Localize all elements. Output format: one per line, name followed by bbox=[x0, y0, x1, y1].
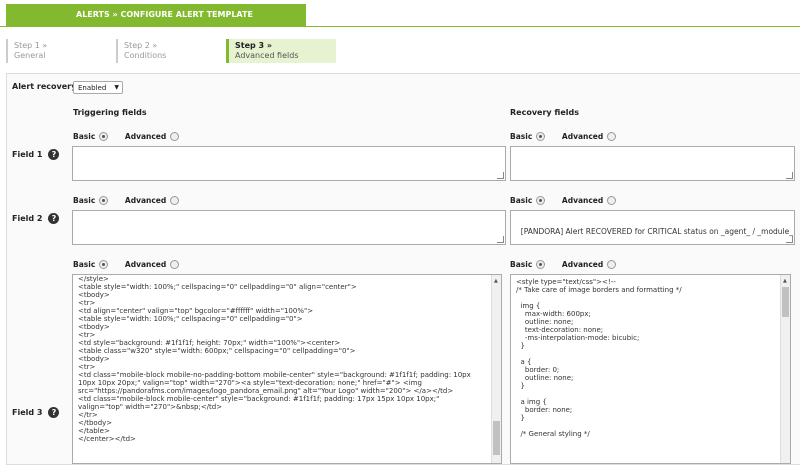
alert-recovery-label: Alert recovery bbox=[12, 82, 77, 91]
step-general[interactable]: Step 1 » General bbox=[6, 39, 116, 63]
tab-configure-alert-template[interactable]: ALERTS » CONFIGURE ALERT TEMPLATE bbox=[6, 4, 306, 26]
field3-recovery-mode: Basic Advanced bbox=[510, 259, 617, 271]
field1-triggering-mode: Basic Advanced bbox=[73, 131, 180, 143]
resize-handle-icon[interactable] bbox=[497, 236, 504, 243]
field2-label-text: Field 2 bbox=[12, 214, 43, 223]
field1-recovery-mode: Basic Advanced bbox=[510, 131, 617, 143]
basic-label: Basic bbox=[510, 196, 533, 205]
alert-recovery-value: Enabled bbox=[78, 84, 107, 92]
field2-label: Field 2? bbox=[12, 213, 60, 224]
advanced-label: Advanced bbox=[124, 260, 167, 269]
basic-radio[interactable] bbox=[536, 195, 546, 205]
resize-handle-icon[interactable] bbox=[786, 172, 793, 179]
advanced-radio[interactable] bbox=[170, 195, 180, 205]
field3-recovery-textarea[interactable]: <style type="text/css"><!-- /* Take care… bbox=[510, 274, 791, 464]
advanced-radio[interactable] bbox=[170, 131, 180, 141]
scroll-up-arrow-icon[interactable]: ▲ bbox=[494, 277, 498, 285]
advanced-radio[interactable] bbox=[170, 259, 180, 269]
field3-label-text: Field 3 bbox=[12, 408, 43, 417]
resize-handle-icon[interactable] bbox=[497, 172, 504, 179]
basic-label: Basic bbox=[73, 260, 96, 269]
field3-recovery-scrollbar[interactable]: ▲ bbox=[780, 275, 790, 463]
step-conditions[interactable]: Step 2 » Conditions bbox=[116, 39, 226, 63]
advanced-label: Advanced bbox=[124, 132, 167, 141]
field1-recovery-textarea[interactable] bbox=[510, 146, 795, 181]
scrollbar-thumb[interactable] bbox=[782, 287, 789, 317]
step-advanced-fields[interactable]: Step 3 » Advanced fields bbox=[226, 39, 336, 63]
advanced-label: Advanced bbox=[561, 260, 604, 269]
field2-triggering-mode: Basic Advanced bbox=[73, 195, 180, 207]
help-icon[interactable]: ? bbox=[48, 407, 60, 418]
recovery-fields-heading: Recovery fields bbox=[510, 108, 579, 117]
field2-triggering-textarea[interactable] bbox=[72, 210, 506, 245]
step-subtitle: Conditions bbox=[124, 51, 167, 60]
field3-triggering-textarea[interactable]: </style> <table style="width: 100%;" cel… bbox=[72, 274, 502, 464]
basic-label: Basic bbox=[510, 260, 533, 269]
step-title: Step 1 » bbox=[14, 41, 48, 50]
advanced-radio[interactable] bbox=[607, 131, 617, 141]
field2-recovery-mode: Basic Advanced bbox=[510, 195, 617, 207]
scroll-up-arrow-icon[interactable]: ▲ bbox=[783, 277, 787, 285]
advanced-radio[interactable] bbox=[607, 195, 617, 205]
step-subtitle: General bbox=[14, 51, 46, 60]
basic-radio[interactable] bbox=[99, 131, 109, 141]
field2-recovery-value: [PANDORA] Alert RECOVERED for CRITICAL s… bbox=[520, 227, 793, 236]
field3-triggering-value: </style> <table style="width: 100%;" cel… bbox=[78, 275, 471, 443]
field1-label-text: Field 1 bbox=[12, 150, 43, 159]
help-icon[interactable]: ? bbox=[48, 149, 60, 160]
triggering-fields-heading: Triggering fields bbox=[73, 108, 147, 117]
basic-radio[interactable] bbox=[99, 259, 109, 269]
field1-triggering-textarea[interactable] bbox=[72, 146, 506, 181]
chevron-down-icon: ▼ bbox=[114, 84, 119, 91]
resize-handle-icon[interactable] bbox=[786, 236, 793, 243]
alert-recovery-select[interactable]: Enabled ▼ bbox=[73, 81, 123, 94]
basic-label: Basic bbox=[510, 132, 533, 141]
field3-recovery-value: <style type="text/css"><!-- /* Take care… bbox=[516, 278, 682, 438]
field3-label: Field 3? bbox=[12, 407, 60, 418]
advanced-label: Advanced bbox=[124, 196, 167, 205]
basic-label: Basic bbox=[73, 196, 96, 205]
field3-triggering-mode: Basic Advanced bbox=[73, 259, 180, 271]
advanced-label: Advanced bbox=[561, 132, 604, 141]
basic-radio[interactable] bbox=[536, 131, 546, 141]
header-tab-bar: ALERTS » CONFIGURE ALERT TEMPLATE bbox=[0, 0, 800, 27]
field3-triggering-scrollbar[interactable]: ▲ bbox=[491, 275, 501, 463]
basic-radio[interactable] bbox=[99, 195, 109, 205]
step-title: Step 3 » bbox=[235, 41, 273, 50]
scrollbar-thumb[interactable] bbox=[493, 421, 500, 455]
step-title: Step 2 » bbox=[124, 41, 158, 50]
field2-recovery-textarea[interactable]: [PANDORA] Alert RECOVERED for CRITICAL s… bbox=[510, 210, 795, 245]
basic-radio[interactable] bbox=[536, 259, 546, 269]
basic-label: Basic bbox=[73, 132, 96, 141]
field1-label: Field 1? bbox=[12, 149, 60, 160]
help-icon[interactable]: ? bbox=[48, 213, 60, 224]
step-subtitle: Advanced fields bbox=[235, 51, 299, 60]
advanced-radio[interactable] bbox=[607, 259, 617, 269]
advanced-label: Advanced bbox=[561, 196, 604, 205]
